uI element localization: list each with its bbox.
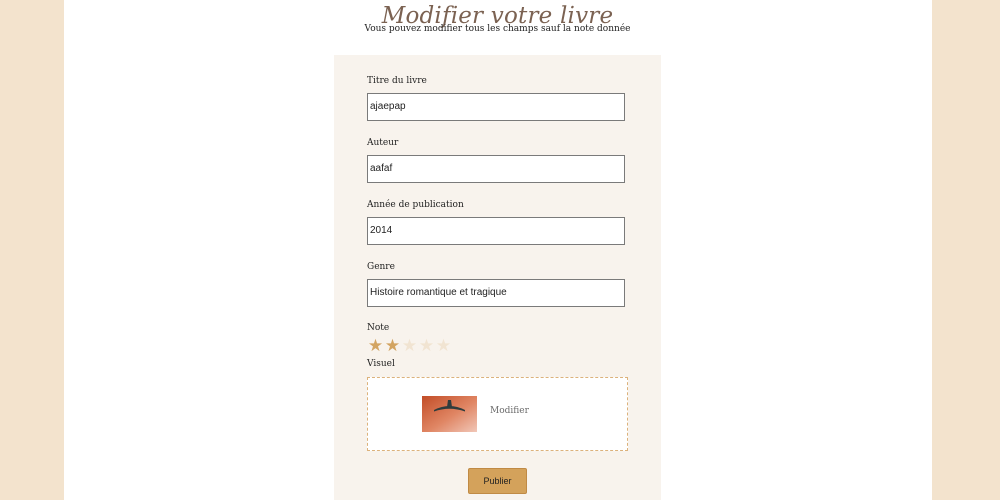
genre-label: Genre — [367, 262, 395, 272]
edit-book-form: Titre du livre ajaepap Auteur aafaf Anné… — [334, 55, 661, 500]
visual-label: Visuel — [367, 359, 395, 369]
title-label: Titre du livre — [367, 76, 427, 86]
visual-upload-area[interactable]: Modifier — [367, 377, 628, 451]
rating-label: Note — [367, 323, 390, 333]
star-icon: ★ — [367, 336, 384, 356]
book-cover-thumbnail — [422, 396, 477, 432]
title-input[interactable]: ajaepap — [367, 93, 625, 121]
genre-input[interactable]: Histoire romantique et tragique — [367, 279, 625, 307]
page-subtitle: Vous pouvez modifier tous les champs sau… — [364, 24, 631, 34]
publish-button[interactable]: Publier — [468, 468, 527, 494]
rating-stars: ★ ★ ★ ★ ★ — [367, 336, 452, 356]
author-input[interactable]: aafaf — [367, 155, 625, 183]
year-label: Année de publication — [367, 200, 464, 210]
star-icon: ★ — [384, 336, 401, 356]
star-icon: ★ — [418, 336, 435, 356]
author-label: Auteur — [367, 138, 399, 148]
modify-visual-link[interactable]: Modifier — [490, 406, 529, 416]
year-input[interactable]: 2014 — [367, 217, 625, 245]
star-icon: ★ — [401, 336, 418, 356]
star-icon: ★ — [435, 336, 452, 356]
